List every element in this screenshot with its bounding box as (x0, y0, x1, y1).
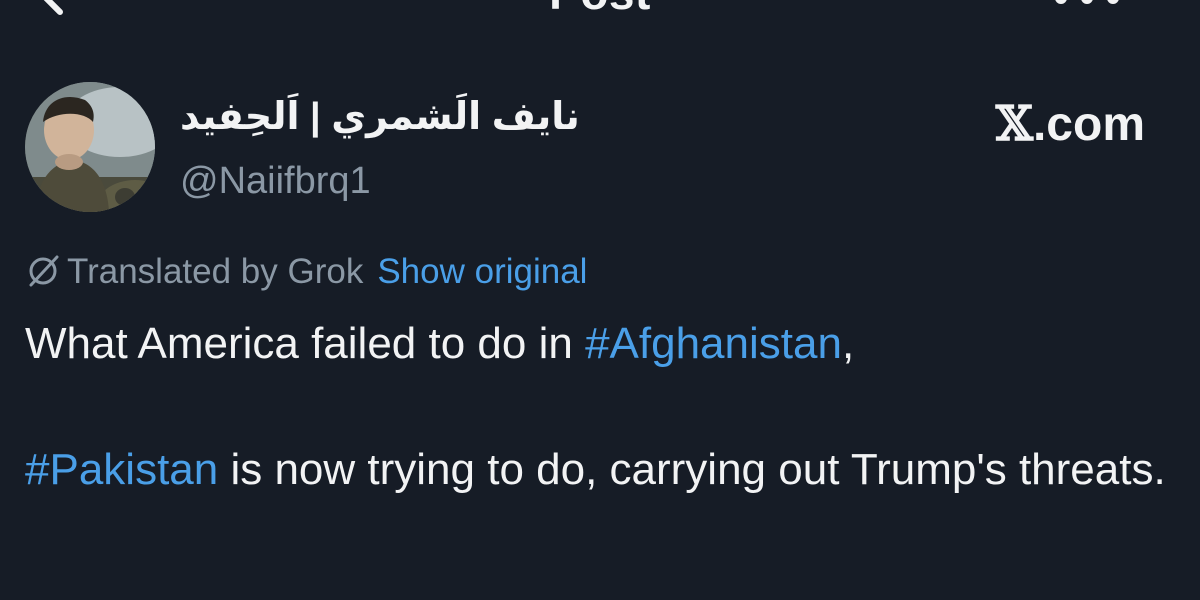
watermark-domain: .com (1032, 98, 1145, 151)
post-text-line: #Pakistan is now trying to do, carrying … (25, 438, 1175, 501)
post-text-segment: , (841, 319, 855, 368)
x-com-watermark: 𝕏.com (996, 96, 1145, 152)
page-title: Post (0, 0, 1200, 20)
post-text-segment: is now trying to do, carrying out Trump'… (218, 445, 1166, 494)
translated-by-label: Translated by Grok (67, 252, 364, 291)
post-text-line: What America failed to do in #Afghanista… (25, 312, 1175, 375)
avatar[interactable] (25, 82, 155, 212)
post-text-segment: What America failed to do in (25, 319, 586, 368)
hashtag-link[interactable]: #Pakistan (25, 445, 218, 494)
hashtag-link[interactable]: #Afghanistan (585, 319, 842, 368)
translation-notice: Translated by Grok Show original (25, 252, 587, 296)
translate-slash-icon (29, 255, 59, 287)
more-dots-icon (1055, 0, 1067, 4)
post-author-header: نايف الَشمري | اَلحِفيد @Naiifbrq1 𝕏.com (25, 82, 1175, 217)
author-display-name[interactable]: نايف الَشمري | اَلحِفيد (180, 94, 580, 139)
x-logo-icon: 𝕏 (995, 96, 1033, 152)
show-original-link[interactable]: Show original (377, 252, 587, 291)
top-bar: Post (0, 0, 1200, 30)
avatar-photo (25, 82, 155, 212)
author-handle[interactable]: @Naiifbrq1 (180, 160, 371, 203)
more-options-button[interactable] (1055, 0, 1145, 12)
more-dots-icon (1081, 0, 1093, 4)
more-dots-icon (1107, 0, 1119, 4)
post-text: What America failed to do in #Afghanista… (25, 312, 1175, 501)
